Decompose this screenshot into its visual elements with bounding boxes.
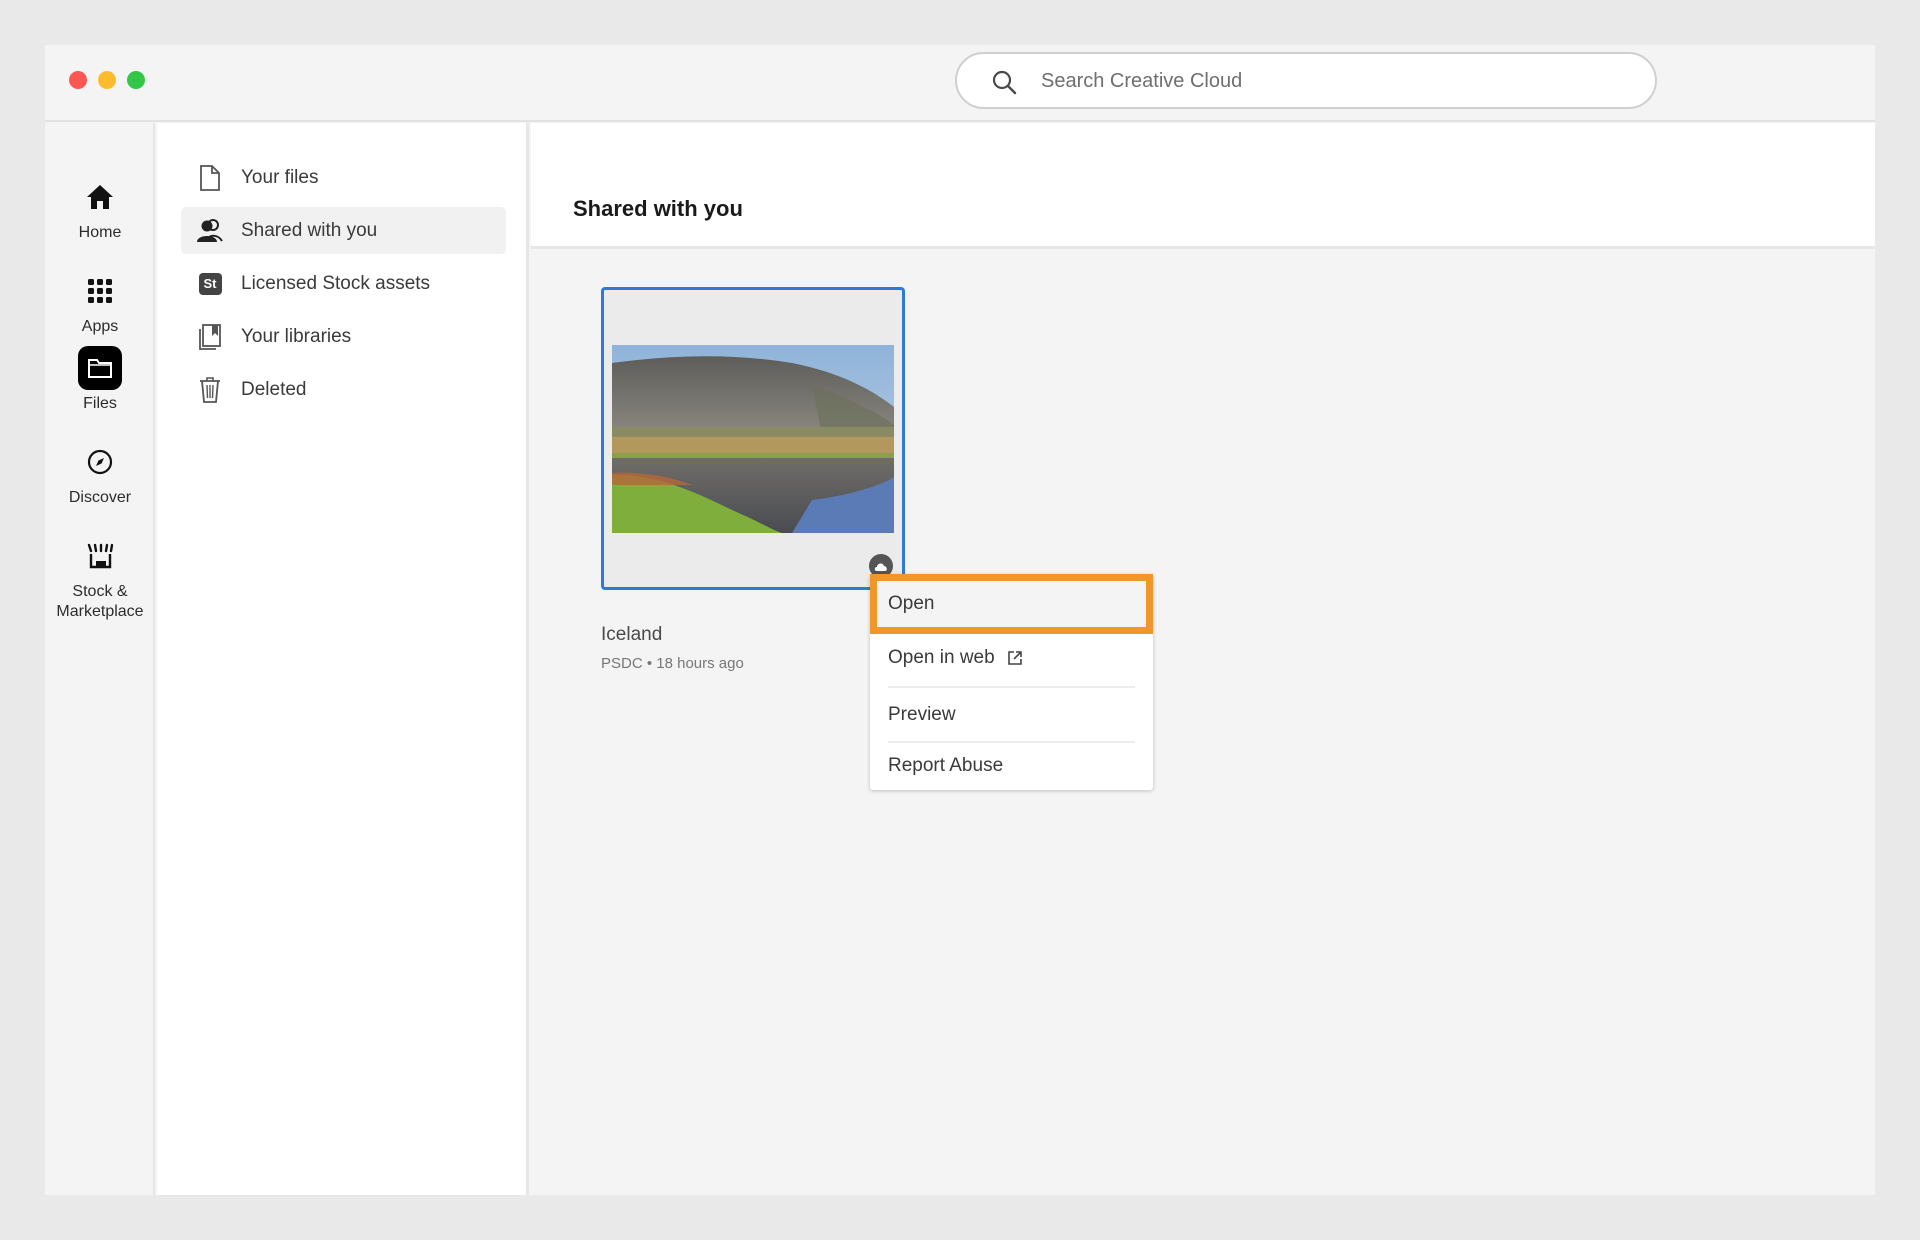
file-name[interactable]: Iceland [601,624,662,646]
menu-item-open[interactable]: Open [870,574,1153,634]
files-sidebar: Your files Shared with you St Licensed S… [157,123,529,1195]
external-link-icon [1007,651,1022,665]
libraries-icon [196,323,224,351]
people-icon [196,217,224,245]
menu-item-label: Preview [888,704,956,725]
sidebar-label: Your libraries [241,325,352,347]
content-header: Shared with you [531,123,1875,249]
rail-item-home[interactable]: Home [45,175,155,243]
main-content: Shared with you Iceland PSDC • 18 hours … [531,123,1875,1195]
file-icon [196,164,224,192]
rail-item-stock-marketplace[interactable]: Stock & Marketplace [45,534,155,622]
sidebar-label: Your files [241,166,319,188]
search-input[interactable] [1041,64,1621,98]
file-meta: PSDC • 18 hours ago [601,655,744,672]
sidebar-item-shared-with-you[interactable]: Shared with you [181,207,506,254]
rail-label-home: Home [78,224,122,241]
context-menu: Open Open in web Preview Report Abuse [870,574,1153,790]
menu-item-label: Report Abuse [888,755,1004,776]
menu-item-preview[interactable]: Preview [870,688,1153,742]
storefront-icon [78,534,122,578]
file-card[interactable] [601,287,905,590]
rail-label-line-2: Marketplace [56,603,144,620]
trash-icon [196,376,224,404]
home-icon [78,175,122,219]
menu-item-label: Open [888,593,935,614]
sidebar-item-your-libraries[interactable]: Your libraries [181,313,506,360]
apps-grid-icon [78,269,122,313]
page-title: Shared with you [573,196,743,221]
sidebar-item-licensed-stock-assets[interactable]: St Licensed Stock assets [181,260,506,307]
rail-label-apps: Apps [81,318,119,335]
menu-item-open-in-web[interactable]: Open in web [870,634,1153,682]
sidebar-label: Deleted [241,378,307,400]
rail-label-line-1: Stock & [72,583,128,600]
maximize-window-button[interactable] [127,71,145,89]
stock-st-icon: St [196,270,224,298]
rail-item-discover[interactable]: Discover [45,440,155,508]
sidebar-label: Shared with you [241,219,378,241]
stock-st-label: St [198,272,222,295]
rail-label-discover: Discover [68,489,132,506]
rail-item-files[interactable]: Files [45,346,155,414]
menu-item-report-abuse[interactable]: Report Abuse [870,739,1153,793]
sidebar-label: Licensed Stock assets [241,272,431,294]
rail-label-stock-marketplace: Stock & Marketplace [45,582,155,622]
search-bar[interactable] [955,52,1657,109]
search-icon [992,70,1017,95]
minimize-window-button[interactable] [98,71,116,89]
compass-icon [78,440,122,484]
file-thumbnail [612,345,894,533]
app-rail: Home Apps Files Discover Stock & Marketp… [45,123,155,1195]
rail-label-files: Files [83,395,117,412]
title-bar [45,45,1875,122]
folder-icon [78,346,122,390]
close-window-button[interactable] [69,71,87,89]
rail-item-apps[interactable]: Apps [45,269,155,337]
menu-item-label: Open in web [888,647,995,668]
sidebar-item-your-files[interactable]: Your files [181,154,506,201]
app-window: Home Apps Files [45,45,1875,1195]
sidebar-item-deleted[interactable]: Deleted [181,366,506,413]
